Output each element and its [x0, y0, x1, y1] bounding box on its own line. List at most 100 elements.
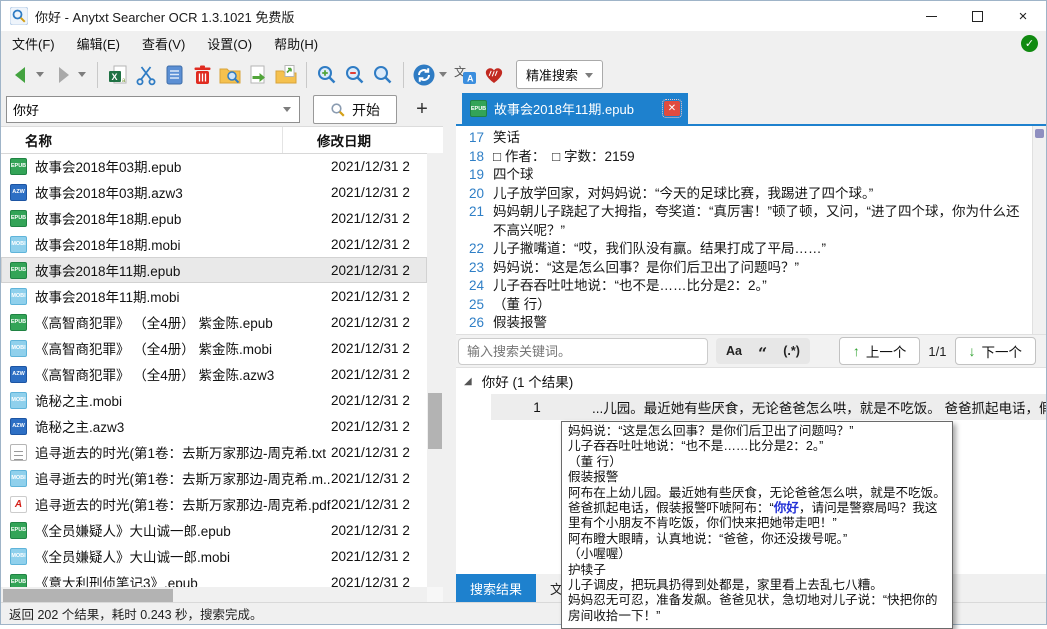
mobi-file-icon: MOBI — [10, 288, 27, 305]
file-row-selected[interactable]: EPUB故事会2018年11期.epub2021/12/31 2 — [1, 257, 427, 283]
file-row[interactable]: A追寻逝去的时光(第1卷：去斯万家那边-周克希.pdf2021/12/31 2 — [1, 491, 427, 517]
find-keyword-input[interactable] — [458, 338, 708, 365]
file-row[interactable]: AZW诡秘之主.azw32021/12/31 2 — [1, 413, 427, 439]
scrollbar-thumb[interactable] — [3, 589, 173, 602]
file-row[interactable]: EPUB《意大利刑侦笔记3》.epub2021/12/31 2 — [1, 569, 427, 587]
txt-file-icon — [10, 444, 27, 461]
tab-search-results[interactable]: 搜索结果 — [456, 574, 536, 602]
start-search-button[interactable]: 开始 — [313, 95, 397, 124]
tooltip-line: 护犊子 — [568, 563, 946, 578]
panel-splitter[interactable] — [443, 126, 456, 604]
toolbar-separator — [97, 62, 98, 88]
maximize-button[interactable] — [954, 1, 1000, 31]
line-number: 22 — [462, 240, 484, 259]
tooltip-line: 阿布瞪大眼睛，认真地说：“爸爸，你还没拨号呢。” — [568, 532, 946, 547]
file-row[interactable]: MOBI诡秘之主.mobi2021/12/31 2 — [1, 387, 427, 413]
line-text: 儿子吞吞吐吐地说：“也不是……比分是2：2。” — [493, 277, 1030, 296]
file-row[interactable]: 追寻逝去的时光(第1卷：去斯万家那边-周克希.txt2021/12/31 2 — [1, 439, 427, 465]
export-folder-button[interactable] — [272, 60, 300, 90]
line-number: 26 — [462, 314, 484, 333]
file-row[interactable]: MOBI《高智商犯罪》 （全4册） 紫金陈.mobi2021/12/31 2 — [1, 335, 427, 361]
content-vertical-scrollbar[interactable] — [1032, 126, 1046, 334]
menu-view[interactable]: 查看(V) — [131, 31, 196, 56]
menu-settings[interactable]: 设置(O) — [196, 31, 263, 56]
mobi-file-icon: MOBI — [10, 548, 27, 565]
minimize-button[interactable] — [908, 1, 954, 31]
file-row[interactable]: MOBI故事会2018年11期.mobi2021/12/31 2 — [1, 283, 427, 309]
line-number: 18 — [462, 148, 484, 167]
menu-file[interactable]: 文件(F) — [1, 31, 66, 56]
scrollbar-thumb[interactable] — [428, 393, 442, 449]
previous-match-button[interactable]: ↑ 上一个 — [839, 337, 921, 365]
copy-document-button[interactable] — [160, 60, 188, 90]
tooltip-line: 妈妈忍无可忍，准备发飙。爸爸见状，急切地对儿子说：“快把你的房间收拾一下！” — [568, 593, 946, 624]
close-button[interactable]: × — [1000, 1, 1046, 31]
expand-triangle-icon[interactable]: ◢ — [464, 376, 472, 387]
forward-button[interactable] — [49, 60, 77, 90]
next-match-button[interactable]: ↓ 下一个 — [955, 337, 1037, 365]
pdf-file-icon: A — [10, 496, 27, 513]
line-text: 儿子撇嘴道：“哎，我们队没有赢。结果打成了平局……” — [493, 240, 1030, 259]
mobi-file-icon: MOBI — [10, 392, 27, 409]
arrow-down-icon: ↓ — [969, 343, 976, 359]
result-row-selected[interactable]: 1 ...儿园。最近她有些厌食，无论爸爸怎么哄，就是不吃饭。 爸爸抓起电话，假装… — [491, 394, 1046, 420]
toolbar-separator — [306, 62, 307, 88]
result-group-header[interactable]: ◢ 你好 (1 个结果) — [456, 368, 1046, 394]
file-row[interactable]: AZW《高智商犯罪》 （全4册） 紫金陈.azw32021/12/31 2 — [1, 361, 427, 387]
tab-close-button[interactable]: ✕ — [664, 101, 680, 116]
keyword-highlight: 你好 — [774, 501, 799, 515]
search-mode-dropdown[interactable]: 精准搜索 — [516, 60, 603, 89]
line-text: 妈妈说：“这是怎么回事？是你们后卫出了问题吗？” — [493, 259, 1030, 278]
column-header-date[interactable]: 修改日期 — [283, 130, 371, 150]
back-dropdown-icon[interactable] — [36, 72, 44, 77]
file-row[interactable]: MOBI故事会2018年18期.mobi2021/12/31 2 — [1, 231, 427, 257]
arrow-up-icon: ↑ — [853, 343, 860, 359]
translate-button[interactable]: 文A — [452, 60, 480, 90]
file-row[interactable]: EPUB《高智商犯罪》 （全4册） 紫金陈.epub2021/12/31 2 — [1, 309, 427, 335]
tooltip-line: 儿子吞吞吐吐地说：“也不是……比分是2：2。” — [568, 439, 946, 454]
match-case-toggle[interactable]: Aa — [718, 344, 750, 358]
menu-edit[interactable]: 编辑(E) — [66, 31, 131, 56]
tab-document-title: 故事会2018年11期.epub — [494, 99, 657, 118]
regex-toggle[interactable]: (.*) — [775, 344, 808, 358]
document-content[interactable]: 17笑话 18□ 作者： □ 字数：2159 19四个球 20儿子放学回家，对妈… — [456, 126, 1046, 334]
result-group-label: 你好 (1 个结果) — [482, 371, 574, 391]
refresh-dropdown-icon[interactable] — [439, 72, 447, 77]
match-word-toggle[interactable]: “ — [750, 343, 775, 359]
zoom-in-button[interactable] — [313, 60, 341, 90]
menu-help[interactable]: 帮助(H) — [263, 31, 329, 56]
app-logo-icon — [10, 7, 28, 25]
delete-button[interactable] — [188, 60, 216, 90]
combo-dropdown-icon[interactable] — [283, 107, 291, 112]
add-search-tab-button[interactable]: + — [411, 98, 433, 121]
epub-file-icon: EPUB — [10, 314, 27, 331]
forward-dropdown-icon[interactable] — [78, 72, 86, 77]
zoom-out-button[interactable] — [341, 60, 369, 90]
search-combobox[interactable] — [6, 96, 300, 123]
search-input[interactable] — [7, 97, 282, 122]
file-row[interactable]: EPUB故事会2018年18期.epub2021/12/31 2 — [1, 205, 427, 231]
cut-button[interactable] — [132, 60, 160, 90]
file-list-vertical-scrollbar[interactable] — [427, 153, 443, 587]
line-number: 19 — [462, 166, 484, 185]
svg-text:X: X — [112, 72, 118, 82]
donate-heart-button[interactable] — [480, 60, 508, 90]
back-button[interactable] — [7, 60, 35, 90]
file-row[interactable]: AZW故事会2018年03期.azw32021/12/31 2 — [1, 179, 427, 205]
scrollbar-thumb[interactable] — [1035, 129, 1044, 138]
open-folder-search-button[interactable] — [216, 60, 244, 90]
export-excel-button[interactable]: Xa — [104, 60, 132, 90]
tooltip-line: 假装报警 — [568, 470, 946, 485]
refresh-button[interactable] — [410, 60, 438, 90]
mobi-file-icon: MOBI — [10, 470, 27, 487]
tooltip-line-highlighted: 爸爸抓起电话，假装报警吓唬阿布：“你好，请问是警察局吗？我这里有个小朋友不肯吃饭… — [568, 501, 946, 532]
line-text: 四个球 — [493, 166, 1030, 185]
send-document-button[interactable] — [244, 60, 272, 90]
file-row[interactable]: MOBI追寻逝去的时光(第1卷：去斯万家那边-周克希.m...2021/12/3… — [1, 465, 427, 491]
zoom-reset-button[interactable] — [369, 60, 397, 90]
file-row[interactable]: EPUB《全员嫌疑人》大山诚一郎.epub2021/12/31 2 — [1, 517, 427, 543]
tab-document[interactable]: EPUB 故事会2018年11期.epub ✕ — [462, 93, 688, 124]
column-header-name[interactable]: 名称 — [1, 127, 283, 153]
file-row[interactable]: EPUB故事会2018年03期.epub2021/12/31 2 — [1, 153, 427, 179]
file-row[interactable]: MOBI《全员嫌疑人》大山诚一郎.mobi2021/12/31 2 — [1, 543, 427, 569]
